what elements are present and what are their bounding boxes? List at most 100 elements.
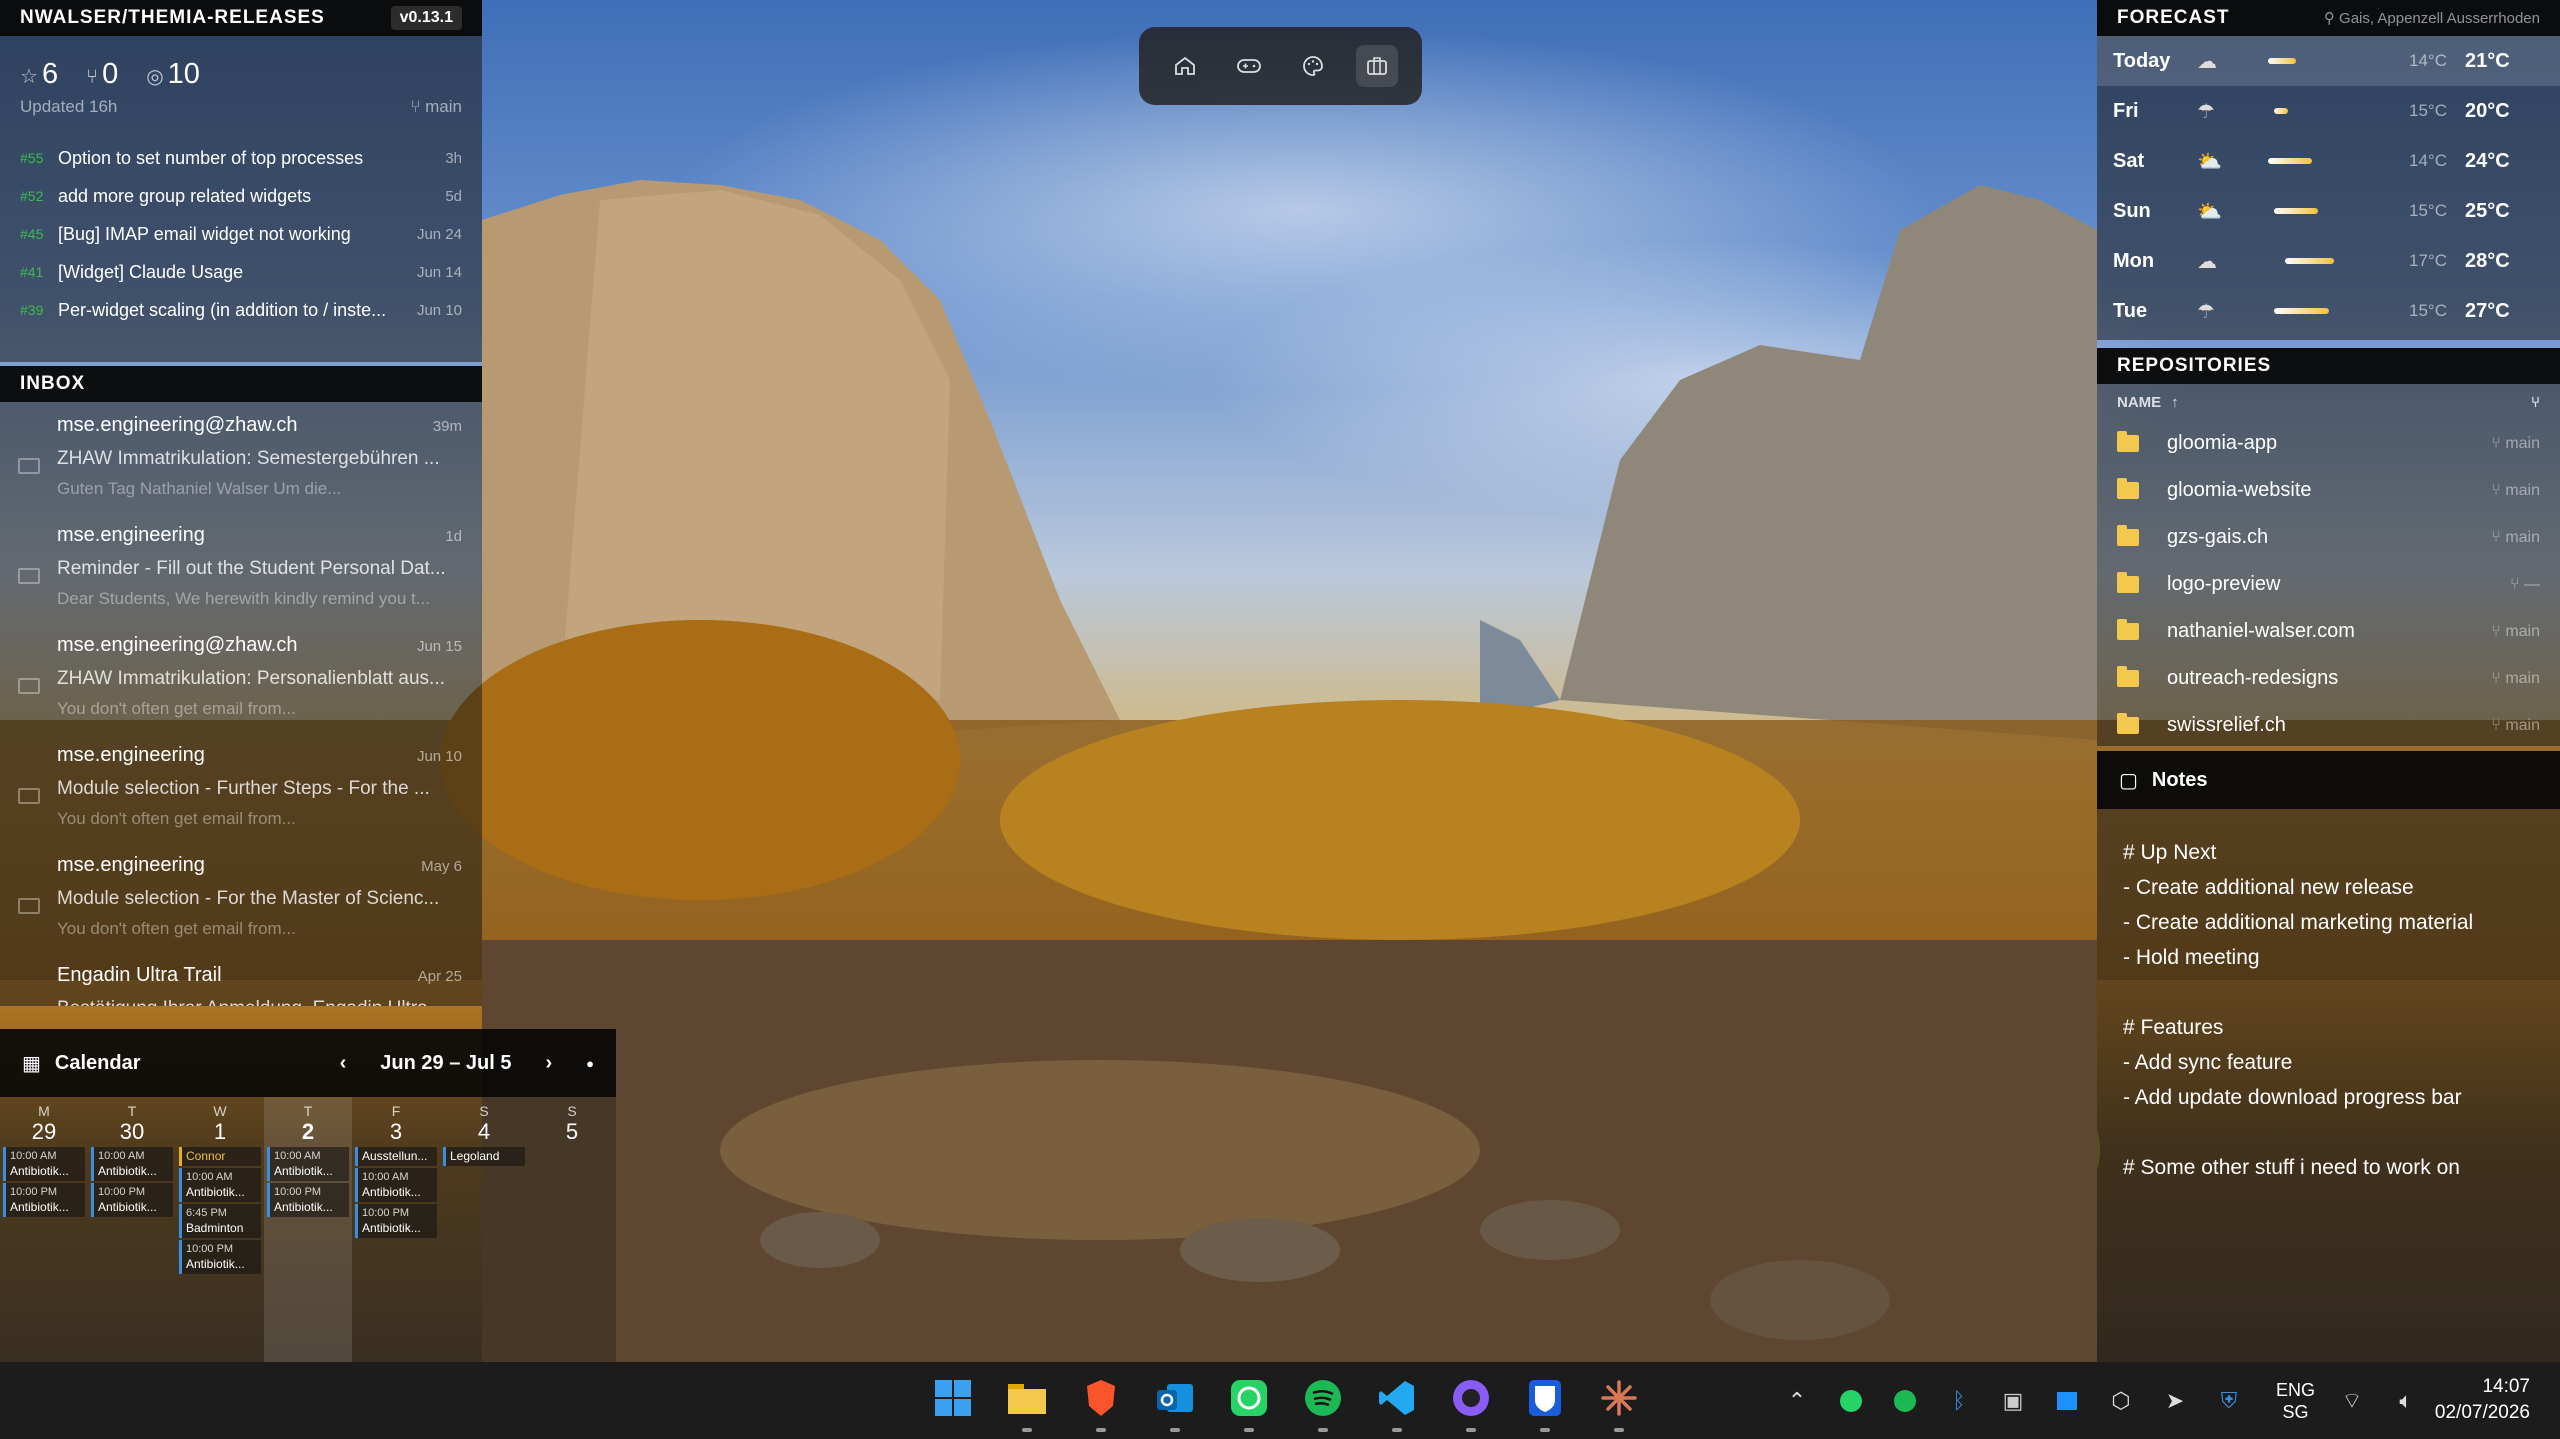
calendar-event[interactable]: 10:00 AM Antibiotik... [3, 1147, 85, 1181]
tray-cursor-icon[interactable]: ➤ [2158, 1384, 2192, 1418]
forecast-day: Tue [2113, 299, 2148, 322]
calendar-event[interactable]: 10:00 AM Antibiotik... [267, 1147, 349, 1181]
whatsapp-taskbar-button[interactable] [1220, 1372, 1278, 1432]
day-letter: T [303, 1103, 313, 1119]
spotify-taskbar-button[interactable] [1294, 1372, 1352, 1432]
calendar-event[interactable]: 10:00 PM Antibiotik... [355, 1204, 437, 1238]
calendar-day[interactable]: S 4 Legoland [440, 1097, 528, 1362]
event-name: Badminton [186, 1221, 244, 1235]
calendar-day[interactable]: T 2 10:00 AM Antibiotik... 10:00 PM Antibioti… [264, 1097, 352, 1362]
repositories-header: REPOSITORIES [2097, 348, 2560, 384]
event-name: Legoland [450, 1149, 500, 1163]
mail-item[interactable]: Engadin Ultra Trail Apr 25 Bestätigung Ihr… [0, 952, 482, 1006]
mail-sender: mse.engineering@zhaw.ch [57, 414, 298, 436]
system-clock[interactable]: 14:07 02/07/2026 [2435, 1374, 2530, 1426]
brave-taskbar-button[interactable] [1072, 1372, 1130, 1432]
gaming-button[interactable] [1228, 45, 1270, 87]
bluetooth-icon[interactable]: ᛒ [1942, 1384, 1976, 1418]
calendar-event[interactable]: Ausstellun... [355, 1147, 437, 1166]
calendar-event[interactable]: 10:00 PM Antibiotik... [267, 1183, 349, 1217]
repo-title[interactable]: NWALSER/THEMIA-RELEASES [20, 7, 325, 29]
system-tray: ⌃ ᛒ ▣ ⬡ ➤ ⛨ ENG SG ⌔ 🔈︎ [1780, 1362, 2423, 1439]
file-explorer-taskbar-button[interactable] [998, 1372, 1056, 1432]
issue-item[interactable]: #39 Per-widget scaling (in addition to / … [0, 291, 482, 329]
event-name: Antibiotik... [362, 1221, 421, 1235]
repo-item[interactable]: logo-preview ⑂ — [2097, 561, 2560, 608]
prev-week-button[interactable]: ‹ [340, 1052, 347, 1075]
calendar-event[interactable]: 10:00 AM Antibiotik... [355, 1168, 437, 1202]
mail-item[interactable]: mse.engineering May 6 Module selection - F… [0, 842, 482, 952]
envelope-icon [18, 898, 40, 914]
calendar-event[interactable]: 10:00 PM Antibiotik... [179, 1240, 261, 1274]
outlook-taskbar-button[interactable] [1146, 1372, 1204, 1432]
mail-item[interactable]: mse.engineering@zhaw.ch Jun 15 ZHAW Immatr… [0, 622, 482, 732]
notes-content[interactable]: # Up Next - Create additional new release… [2097, 809, 2560, 1185]
branch-icon: ⑂ [2491, 528, 2506, 546]
calendar-event[interactable]: Connor [179, 1147, 261, 1166]
mail-date: Jun 15 [416, 638, 462, 655]
mail-item[interactable]: mse.engineering Jun 10 Module selection - … [0, 732, 482, 842]
issue-item[interactable]: #41 [Widget] Claude Usage Jun 14 [0, 253, 482, 291]
repo-item[interactable]: outreach-redesigns ⑂ main [2097, 655, 2560, 702]
language-indicator[interactable]: ENG SG [2276, 1379, 2315, 1423]
wifi-icon[interactable]: ⌔ [2335, 1384, 2369, 1418]
issue-item[interactable]: #55 Option to set number of top processes… [0, 139, 482, 177]
repo-item[interactable]: gloomia-website ⑂ main [2097, 467, 2560, 514]
calendar-event[interactable]: 10:00 PM Antibiotik... [3, 1183, 85, 1217]
calendar-day[interactable]: S5 [528, 1097, 616, 1362]
home-button[interactable] [1164, 45, 1206, 87]
forecast-row: Sun ⛅ 15°C 25°C [2097, 186, 2560, 236]
repo-item[interactable]: nathaniel-walser.com ⑂ main [2097, 608, 2560, 655]
calendar-day[interactable]: T 30 10:00 AM Antibiotik... 10:00 PM Antibiot… [88, 1097, 176, 1362]
repo-item[interactable]: swissrelief.ch ⑂ main [2097, 702, 2560, 746]
issue-item[interactable]: #45 [Bug] IMAP email widget not working Ju… [0, 215, 482, 253]
calendar-day[interactable]: M 29 10:00 AM Antibiotik... 10:00 PM Antibiot… [0, 1097, 88, 1362]
tray-whatsapp-icon[interactable] [1834, 1384, 1868, 1418]
temperature-range-fill [2284, 258, 2334, 264]
issue-number: #52 [20, 188, 44, 204]
issue-item[interactable]: #52 add more group related widgets 5d [0, 177, 482, 215]
theme-button[interactable] [1292, 45, 1334, 87]
notes-header: ▢ Notes [2097, 751, 2560, 809]
tray-overflow-icon[interactable]: ⌃ [1780, 1384, 1814, 1418]
mail-subject: Reminder - Fill out the Student Personal… [57, 558, 446, 579]
calendar-day[interactable]: F 3 Ausstellun... 10:00 AM Antibiotik... 10:0… [352, 1097, 440, 1362]
github-taskbar-button[interactable] [1442, 1372, 1500, 1432]
location-pin-icon: ⚲ [2323, 10, 2340, 27]
calendar-event[interactable]: 10:00 PM Antibiotik... [91, 1183, 173, 1217]
next-week-button[interactable]: › [545, 1052, 552, 1075]
claude-taskbar-button[interactable] [1590, 1372, 1648, 1432]
tray-monitor-icon[interactable]: ▣ [1996, 1384, 2030, 1418]
repo-item[interactable]: gzs-gais.ch ⑂ main [2097, 514, 2560, 561]
calendar-event[interactable]: 10:00 AM Antibiotik... [91, 1147, 173, 1181]
forecast-title: FORECAST [2117, 7, 2230, 28]
mail-item[interactable]: mse.engineering 1d Reminder - Fill out the… [0, 512, 482, 622]
envelope-icon [18, 678, 40, 694]
clock-time: 14:07 [2482, 1376, 2530, 1397]
repo-item[interactable]: gloomia-app ⑂ main [2097, 420, 2560, 467]
tray-app-icon[interactable] [2050, 1384, 2084, 1418]
tray-shield-icon[interactable]: ⛨ [2212, 1384, 2246, 1418]
calendar-event[interactable]: 10:00 AM Antibiotik... [179, 1168, 261, 1202]
vscode-taskbar-button[interactable] [1368, 1372, 1426, 1432]
mail-item[interactable]: mse.engineering@zhaw.ch 39m ZHAW Immatriku… [0, 402, 482, 512]
work-button[interactable] [1355, 45, 1398, 87]
calendar-event[interactable]: Legoland [443, 1147, 525, 1166]
running-indicator [1244, 1427, 1254, 1432]
tray-cube-icon[interactable]: ⬡ [2104, 1384, 2138, 1418]
event-name: Antibiotik... [10, 1164, 69, 1178]
today-button[interactable]: ● [586, 1056, 594, 1071]
mail-sender: mse.engineering [57, 524, 205, 546]
event-name: Antibiotik... [274, 1164, 333, 1178]
calendar-event[interactable]: 6:45 PM Badminton [179, 1204, 261, 1238]
name-column-sort[interactable]: NAME [2117, 394, 2161, 411]
bitwarden-taskbar-button[interactable] [1516, 1372, 1574, 1432]
tray-spotify-icon[interactable] [1888, 1384, 1922, 1418]
releases-widget: NWALSER/THEMIA-RELEASES v0.13.1 ☆ 6 ⑂ 0 ◎ 1… [0, 0, 482, 362]
windows-start-taskbar-button[interactable] [924, 1372, 982, 1430]
event-time: 6:45 PM [186, 1207, 227, 1219]
calendar-icon: ▦ [22, 1052, 41, 1075]
mail-header-row: mse.engineering 1d [57, 524, 462, 554]
volume-icon[interactable]: 🔈︎ [2389, 1384, 2423, 1418]
calendar-day[interactable]: W 1 Connor 10:00 AM Antibiotik... 6:45 PM Badm… [176, 1097, 264, 1362]
